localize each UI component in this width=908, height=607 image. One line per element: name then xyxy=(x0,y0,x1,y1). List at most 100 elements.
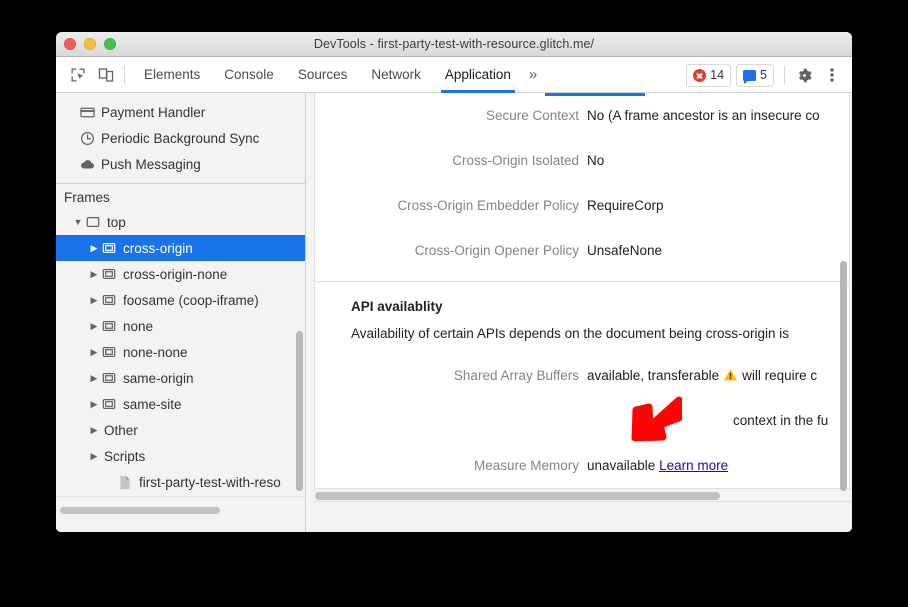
toolbar-right-group: 14 5 xyxy=(686,57,846,93)
toolbar-divider xyxy=(124,66,125,84)
window-controls[interactable] xyxy=(64,32,116,56)
iframe-icon xyxy=(100,267,118,281)
sidebar-item-periodic-background-sync[interactable]: Periodic Background Sync xyxy=(56,125,305,151)
cloud-icon xyxy=(78,157,96,172)
sidebar-tree-label: first-party-test-with-reso xyxy=(139,475,281,490)
sidebar-tree-item-top[interactable]: ▼ top xyxy=(56,209,305,235)
tab-label: Application xyxy=(445,67,511,82)
sidebar-tree-item-cross-origin[interactable]: ▶ cross-origin xyxy=(56,235,305,261)
sidebar-tree-item-same-origin[interactable]: ▶ same-origin xyxy=(56,365,305,391)
sidebar-tree-item-none-none[interactable]: ▶ none-none xyxy=(56,339,305,365)
chevron-down-icon[interactable]: ▼ xyxy=(72,217,84,227)
measure-memory-value: unavailable xyxy=(587,458,655,473)
clock-icon xyxy=(78,131,96,146)
tab-label: Sources xyxy=(298,67,348,82)
chevron-right-icon[interactable]: ▶ xyxy=(88,399,100,410)
panel-tabs: Elements Console Sources Network Applica… xyxy=(132,57,523,93)
info-row: Secure Context No (A frame ancestor is a… xyxy=(315,93,849,138)
gear-icon[interactable] xyxy=(790,61,818,89)
info-row-label: Secure Context xyxy=(315,93,587,138)
minimize-window-button[interactable] xyxy=(84,38,96,50)
iframe-icon xyxy=(100,397,118,411)
chevron-right-icon[interactable]: ▶ xyxy=(88,269,100,280)
info-row: Cross-Origin Embedder Policy RequireCorp xyxy=(315,183,849,228)
warning-triangle-icon xyxy=(723,355,738,400)
main-bottom-filler xyxy=(314,501,852,532)
chevron-right-icon[interactable]: ▶ xyxy=(88,295,100,306)
tab-application[interactable]: Application xyxy=(433,57,523,93)
sidebar-vertical-scrollbar-thumb[interactable] xyxy=(296,331,303,491)
info-row-label: Cross-Origin Embedder Policy xyxy=(315,183,587,228)
sidebar-tree-item-same-site[interactable]: ▶ same-site xyxy=(56,391,305,417)
sidebar-tree-item-cross-origin-none[interactable]: ▶ cross-origin-none xyxy=(56,261,305,287)
document-icon xyxy=(116,475,134,490)
iframe-icon xyxy=(100,241,118,255)
info-row-measure-memory: Measure Memory unavailable Learn more xyxy=(315,443,849,488)
close-window-button[interactable] xyxy=(64,38,76,50)
sidebar-tree-item-first-party-test[interactable]: first-party-test-with-reso xyxy=(56,469,305,495)
sidebar-tree-label: top xyxy=(107,215,126,230)
error-icon xyxy=(693,69,706,82)
inspect-element-icon[interactable] xyxy=(64,61,92,89)
tab-console[interactable]: Console xyxy=(212,57,286,93)
devtools-toolbar: Elements Console Sources Network Applica… xyxy=(56,57,852,93)
sidebar-tree-item-other[interactable]: ▶ Other xyxy=(56,417,305,443)
main-vertical-scrollbar[interactable] xyxy=(840,261,849,491)
chevron-right-icon[interactable]: ▶ xyxy=(88,425,100,436)
sidebar-tree-item-scripts[interactable]: ▶ Scripts xyxy=(56,443,305,469)
device-toolbar-icon[interactable] xyxy=(92,61,120,89)
info-row-value: No xyxy=(587,138,604,183)
sidebar-tree-label: cross-origin-none xyxy=(123,267,227,282)
main-vertical-scrollbar-thumb[interactable] xyxy=(840,261,847,491)
chevron-right-icon[interactable]: ▶ xyxy=(88,347,100,358)
shared-array-buffers-continuation: context in the fu xyxy=(315,398,849,443)
chevron-right-icon[interactable]: ▶ xyxy=(88,321,100,332)
sidebar-tree-item-foosame[interactable]: ▶ foosame (coop-iframe) xyxy=(56,287,305,313)
sidebar-tree-item-none[interactable]: ▶ none xyxy=(56,313,305,339)
chevron-right-icon[interactable]: ▶ xyxy=(88,243,100,254)
sidebar-vertical-scrollbar[interactable] xyxy=(295,331,304,491)
error-count-label: 14 xyxy=(710,68,724,82)
sidebar-section-frames: Frames xyxy=(56,184,305,209)
tab-network[interactable]: Network xyxy=(359,57,433,93)
iframe-icon xyxy=(100,371,118,385)
message-icon xyxy=(743,70,756,81)
security-isolation-rows: Secure Context No (A frame ancestor is a… xyxy=(315,93,849,273)
sidebar-item-label: Push Messaging xyxy=(101,157,201,172)
sidebar-horizontal-scrollbar[interactable] xyxy=(56,496,305,532)
info-row-value: UnsafeNone xyxy=(587,228,662,273)
info-row-label: Cross-Origin Opener Policy xyxy=(315,228,587,273)
credit-card-icon xyxy=(78,105,96,120)
maximize-window-button[interactable] xyxy=(104,38,116,50)
tab-label: Network xyxy=(371,67,421,82)
chevron-right-icon[interactable]: ▶ xyxy=(88,373,100,384)
info-row-value: unavailable Learn more xyxy=(587,443,728,488)
kebab-menu-icon[interactable] xyxy=(818,61,846,89)
message-count-badge[interactable]: 5 xyxy=(736,64,774,87)
sidebar-tree-label: none xyxy=(123,319,153,334)
tab-sources[interactable]: Sources xyxy=(286,57,360,93)
window-titlebar: DevTools - first-party-test-with-resourc… xyxy=(56,32,852,57)
info-row: Cross-Origin Opener Policy UnsafeNone xyxy=(315,228,849,273)
info-row: Cross-Origin Isolated No xyxy=(315,138,849,183)
sidebar-item-push-messaging[interactable]: Push Messaging xyxy=(56,151,305,177)
toolbar-divider-2 xyxy=(784,66,785,84)
sidebar-tree-label: Scripts xyxy=(104,449,145,464)
application-main-panel: Secure Context No (A frame ancestor is a… xyxy=(306,93,852,532)
sidebar-scroll-area: Payment Handler Periodic Background Sync xyxy=(56,93,305,497)
message-count-label: 5 xyxy=(760,68,767,82)
iframe-icon xyxy=(100,345,118,359)
sidebar-horizontal-scrollbar-thumb[interactable] xyxy=(60,507,220,514)
main-horizontal-scrollbar-thumb[interactable] xyxy=(315,492,720,500)
api-availability-description: Availability of certain APIs depends on … xyxy=(315,314,849,341)
info-row-label: Measure Memory xyxy=(315,443,587,488)
more-tabs-icon[interactable]: » xyxy=(523,66,547,83)
frame-icon xyxy=(84,215,102,229)
sidebar-item-payment-handler[interactable]: Payment Handler xyxy=(56,99,305,125)
sidebar-item-label: Payment Handler xyxy=(101,105,205,120)
chevron-right-icon[interactable]: ▶ xyxy=(88,451,100,462)
api-availability-heading: API availablity xyxy=(315,282,849,314)
learn-more-link[interactable]: Learn more xyxy=(659,458,728,473)
error-count-badge[interactable]: 14 xyxy=(686,64,731,87)
tab-elements[interactable]: Elements xyxy=(132,57,212,93)
